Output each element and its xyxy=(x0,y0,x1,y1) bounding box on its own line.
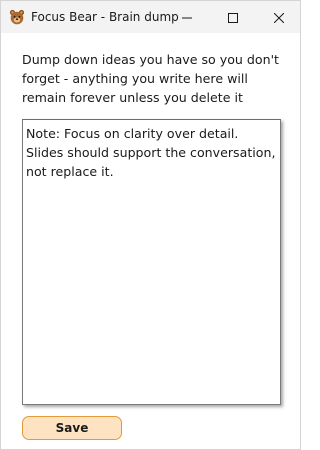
save-button[interactable]: Save xyxy=(22,416,122,440)
close-icon xyxy=(273,8,285,27)
minimize-icon xyxy=(182,8,192,27)
maximize-button[interactable] xyxy=(210,1,256,33)
brain-dump-window: Focus Bear - Brain dump Dump down ideas … xyxy=(0,0,301,450)
close-button[interactable] xyxy=(256,1,302,33)
title-bar[interactable]: Focus Bear - Brain dump xyxy=(1,1,300,33)
minimize-button[interactable] xyxy=(164,1,210,33)
window-title: Focus Bear - Brain dump xyxy=(31,10,179,24)
maximize-icon xyxy=(228,8,238,27)
brain-dump-textarea[interactable] xyxy=(22,119,281,405)
bear-face-icon xyxy=(9,9,25,25)
instructions-text: Dump down ideas you have so you don't fo… xyxy=(22,52,279,105)
